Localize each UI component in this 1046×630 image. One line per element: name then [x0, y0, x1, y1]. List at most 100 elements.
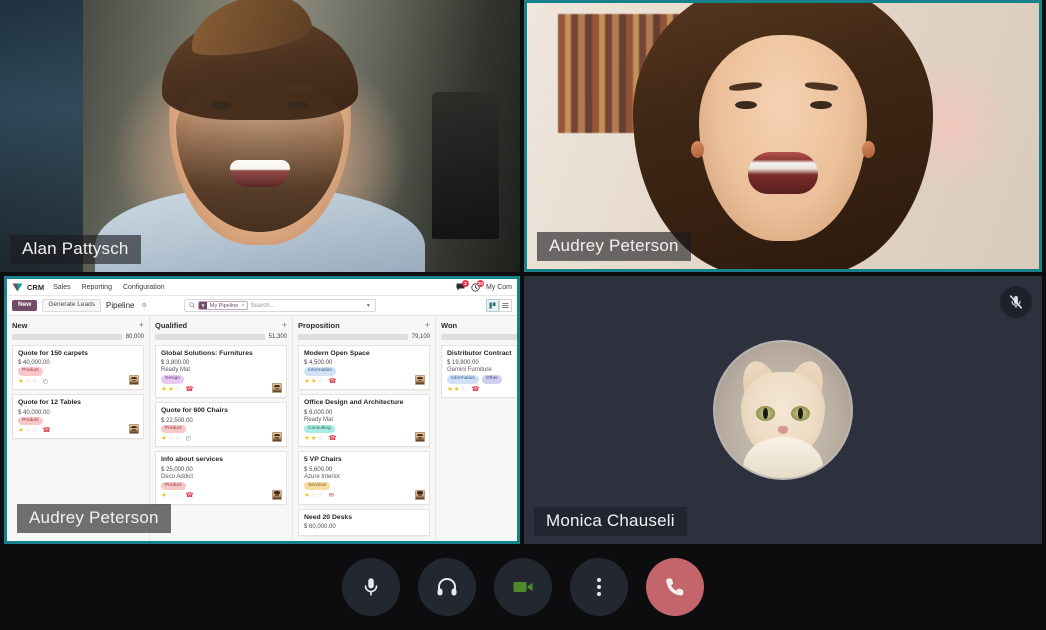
star-icon[interactable]: ☆ — [318, 378, 324, 386]
priority-stars[interactable]: ★ ☆ ☆ — [161, 493, 180, 500]
kanban-card-tag[interactable]: Product — [18, 367, 43, 376]
star-icon[interactable]: ☆ — [318, 435, 324, 443]
odoo-menu-reporting[interactable]: Reporting — [82, 284, 112, 291]
kanban-card[interactable]: Quote for 12 Tables $ 40,000.00 Product ★ ☆ ☆… — [12, 394, 144, 440]
kanban-card[interactable]: Office Design and Architecture $ 9,000.00… — [298, 394, 430, 448]
gear-icon[interactable]: ⚙ — [141, 302, 146, 309]
odoo-user-menu[interactable]: My Com — [486, 284, 512, 291]
kanban-card[interactable]: Need 20 Desks $ 60,000.00 — [298, 508, 430, 537]
kanban-card-tag[interactable]: Other — [482, 375, 502, 384]
phone-icon[interactable]: ☎ — [328, 378, 336, 386]
chevron-down-icon[interactable]: ▼ — [366, 303, 371, 309]
star-icon[interactable]: ☆ — [461, 386, 467, 394]
avatar[interactable] — [129, 424, 139, 435]
search-facet-my-pipeline[interactable]: My Pipeline × — [197, 301, 248, 310]
view-switcher[interactable] — [486, 299, 512, 312]
more-options-button[interactable] — [570, 558, 628, 616]
new-record-button[interactable]: New — [12, 300, 38, 311]
priority-stars[interactable]: ★ ★ ☆ — [304, 435, 324, 443]
odoo-menu-configuration[interactable]: Configuration — [123, 284, 165, 291]
avatar[interactable] — [415, 375, 425, 386]
phone-icon[interactable]: ☎ — [185, 493, 193, 500]
odoo-app-name[interactable]: CRM — [27, 283, 44, 292]
kanban-card-tag[interactable]: Services — [304, 481, 331, 491]
star-icon[interactable]: ☆ — [318, 493, 324, 500]
star-icon[interactable]: ☆ — [32, 427, 38, 435]
star-icon[interactable]: ☆ — [32, 378, 38, 386]
kanban-card[interactable]: Global Solutions: Furnitures $ 3,800.00 Re… — [155, 345, 287, 399]
odoo-control-panel[interactable]: New Generate Leads Pipeline ⚙ My Pipelin… — [7, 296, 517, 316]
search-bar[interactable]: My Pipeline × Search... ▼ — [183, 299, 376, 312]
star-icon[interactable]: ☆ — [25, 427, 31, 435]
star-icon[interactable]: ★ — [454, 386, 460, 394]
search-facet-remove[interactable]: × — [241, 303, 246, 309]
headphones-button[interactable] — [418, 558, 476, 616]
avatar[interactable] — [272, 489, 282, 500]
kanban-view-icon[interactable] — [486, 299, 499, 312]
kanban-column-progressbar[interactable] — [441, 334, 517, 340]
kanban-card[interactable]: Modern Open Space $ 4,500.00 Information ★ ★… — [298, 345, 430, 391]
kanban-card-tag[interactable]: Consulting — [304, 424, 335, 433]
star-icon[interactable]: ★ — [304, 493, 310, 500]
plus-icon[interactable]: + — [139, 321, 144, 330]
mail-icon[interactable]: ✉ — [328, 493, 333, 500]
video-tile-alan-pattysch[interactable]: Alan Pattysch — [0, 0, 520, 272]
kanban-column-progressbar[interactable]: 80,000 — [12, 334, 144, 340]
star-icon[interactable]: ★ — [311, 435, 317, 443]
star-icon[interactable]: ☆ — [175, 493, 181, 500]
star-icon[interactable]: ★ — [161, 435, 167, 443]
kanban-card[interactable]: 5 VP Chairs $ 5,600.00 Azure Interior Servi… — [298, 451, 430, 505]
kanban-card[interactable]: Info about services $ 25,000.00 Deco Addic… — [155, 451, 287, 505]
kanban-card-tag[interactable]: Design — [161, 375, 184, 384]
odoo-navbar[interactable]: CRM Sales Reporting Configuration 3 20 M… — [7, 279, 517, 296]
plus-icon[interactable]: + — [282, 321, 287, 330]
video-tile-audrey-peterson[interactable]: Audrey Peterson — [524, 0, 1042, 272]
phone-icon[interactable]: ☎ — [328, 435, 336, 443]
priority-stars[interactable]: ★ ☆ ☆ — [18, 378, 38, 386]
star-icon[interactable]: ★ — [161, 493, 167, 500]
kanban-column[interactable]: Proposition +79,100 Modern Open Space $ 4,5… — [293, 316, 436, 541]
kanban-column[interactable]: Qualified +51,300 Global Solutions: Furnit… — [150, 316, 293, 541]
avatar[interactable] — [272, 432, 282, 443]
star-icon[interactable]: ☆ — [175, 435, 181, 443]
kanban-card[interactable]: Distributor Contract $ 19,800.00 Gemini Fu… — [441, 345, 517, 399]
generate-leads-button[interactable]: Generate Leads — [42, 299, 101, 312]
microphone-button[interactable] — [342, 558, 400, 616]
breadcrumb[interactable]: Pipeline — [106, 301, 134, 310]
screen-share-tile-audrey-peterson[interactable]: CRM Sales Reporting Configuration 3 20 M… — [4, 276, 520, 544]
avatar[interactable] — [272, 383, 282, 394]
avatar[interactable] — [129, 375, 139, 386]
priority-stars[interactable]: ★ ★ ☆ — [304, 378, 324, 386]
plus-icon[interactable]: + — [425, 321, 430, 330]
star-icon[interactable]: ☆ — [25, 378, 31, 386]
priority-stars[interactable]: ★ ☆ ☆ — [161, 435, 181, 443]
avatar[interactable] — [415, 489, 425, 500]
list-view-icon[interactable] — [499, 299, 512, 312]
kanban-card-tag[interactable]: Information — [447, 375, 479, 384]
phone-icon[interactable]: ☎ — [185, 386, 193, 394]
star-icon[interactable]: ★ — [304, 378, 310, 386]
kanban-card-tag[interactable]: Product — [161, 481, 186, 491]
kanban-card[interactable]: Quote for 150 carpets $ 40,000.00 Product ★… — [12, 345, 144, 391]
clock-icon[interactable]: ◴ — [185, 435, 191, 443]
kanban-card[interactable]: Quote for 600 Chairs $ 22,500.00 Product ★ ☆… — [155, 402, 287, 448]
star-icon[interactable]: ★ — [168, 386, 174, 394]
video-tile-monica-chauseli[interactable]: Monica Chauseli — [524, 276, 1042, 544]
avatar[interactable] — [415, 432, 425, 443]
kanban-column[interactable]: Won Distributor Contract $ 19,800.00 Gemini… — [436, 316, 517, 541]
camera-button[interactable] — [494, 558, 552, 616]
shared-screen-content[interactable]: CRM Sales Reporting Configuration 3 20 M… — [7, 279, 517, 541]
kanban-card-tag[interactable]: Product — [161, 424, 186, 433]
activities-clock-icon[interactable]: 20 — [471, 279, 484, 292]
odoo-crm-window[interactable]: CRM Sales Reporting Configuration 3 20 M… — [7, 279, 517, 541]
star-icon[interactable]: ☆ — [168, 493, 174, 500]
star-icon[interactable]: ★ — [18, 427, 24, 435]
phone-icon[interactable]: ☎ — [471, 386, 479, 394]
odoo-menu-sales[interactable]: Sales — [53, 284, 71, 291]
star-icon[interactable]: ★ — [161, 386, 167, 394]
kanban-card-tag[interactable]: Information — [304, 367, 336, 376]
search-input[interactable]: Search... — [251, 303, 363, 309]
kanban-column-progressbar[interactable]: 51,300 — [155, 334, 287, 340]
phone-icon[interactable]: ☎ — [42, 427, 50, 435]
priority-stars[interactable]: ★ ☆ ☆ — [304, 493, 323, 500]
